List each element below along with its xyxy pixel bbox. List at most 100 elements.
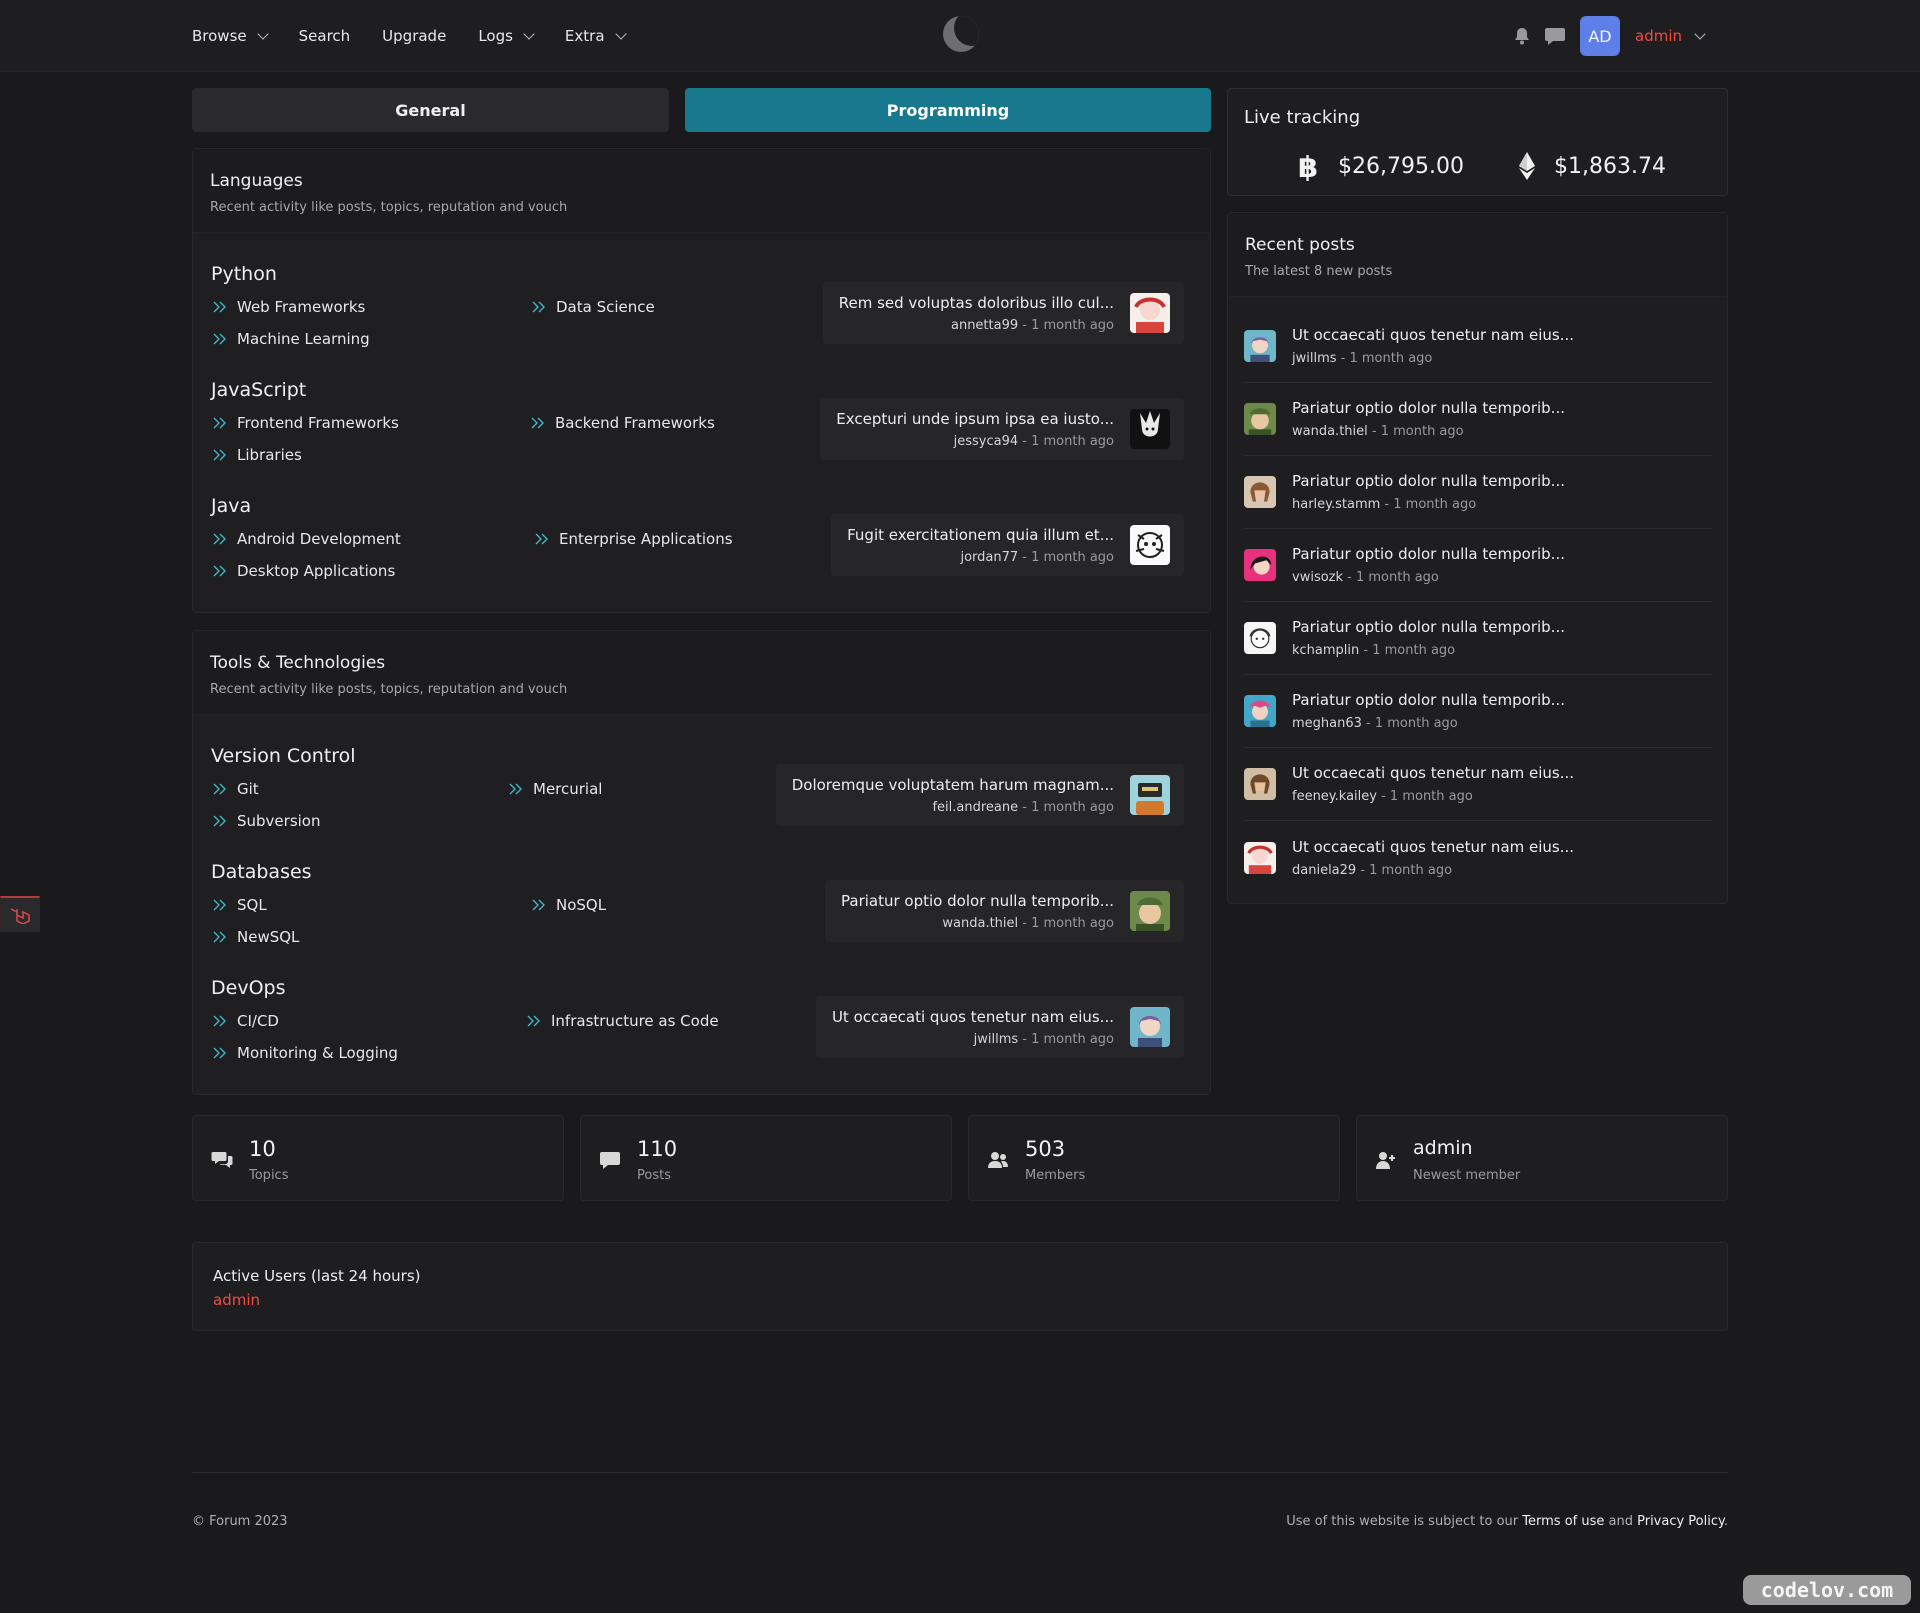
- nav-search[interactable]: Search: [299, 27, 351, 45]
- subforum-link[interactable]: Git: [213, 780, 259, 798]
- recent-post-author[interactable]: meghan63: [1292, 716, 1362, 731]
- recent-post-title[interactable]: Ut occaecati quos tenetur nam eius...: [1292, 838, 1574, 856]
- avatar[interactable]: [1244, 403, 1276, 435]
- latest-post-title[interactable]: Ut occaecati quos tenetur nam eius...: [832, 1008, 1114, 1026]
- latest-post[interactable]: Rem sed voluptas doloribus illo cul... an…: [822, 282, 1184, 344]
- latest-post-title[interactable]: Excepturi unde ipsum ipsa ea iusto...: [836, 410, 1114, 428]
- recent-post-title[interactable]: Pariatur optio dolor nulla temporib...: [1292, 545, 1565, 563]
- subforum-link[interactable]: CI/CD: [213, 1012, 279, 1030]
- latest-post-title[interactable]: Pariatur optio dolor nulla temporib...: [841, 892, 1114, 910]
- avatar[interactable]: [1244, 841, 1276, 874]
- list-item[interactable]: Ut occaecati quos tenetur nam eius... fee…: [1244, 748, 1712, 821]
- subforum-link[interactable]: Desktop Applications: [213, 562, 395, 580]
- recent-post-author[interactable]: feeney.kailey: [1292, 789, 1377, 804]
- tab-programming[interactable]: Programming: [685, 88, 1211, 132]
- subforum-link[interactable]: SQL: [213, 896, 267, 914]
- list-item[interactable]: Ut occaecati quos tenetur nam eius... dan…: [1244, 821, 1712, 894]
- subforum-link[interactable]: Machine Learning: [213, 330, 370, 348]
- subforum-link[interactable]: Android Development: [213, 530, 401, 548]
- recent-post-title[interactable]: Pariatur optio dolor nulla temporib...: [1292, 472, 1565, 490]
- moon-icon[interactable]: [943, 16, 979, 52]
- category-body: Python Web Frameworks Data Science Machi…: [193, 233, 1210, 612]
- avatar[interactable]: [1130, 293, 1170, 333]
- list-item[interactable]: Ut occaecati quos tenetur nam eius... jwi…: [1244, 310, 1712, 383]
- recent-post-author[interactable]: jwillms: [1292, 351, 1337, 366]
- list-item[interactable]: Pariatur optio dolor nulla temporib... kc…: [1244, 602, 1712, 675]
- latest-post[interactable]: Doloremque voluptatem harum magnam... fei…: [775, 764, 1184, 826]
- terms-link[interactable]: Terms of use: [1522, 1514, 1604, 1529]
- subforum-label: CI/CD: [237, 1012, 279, 1030]
- recent-post-author[interactable]: wanda.thiel: [1292, 424, 1368, 439]
- latest-post-author[interactable]: feil.andreane: [932, 800, 1018, 815]
- subforum-link[interactable]: NewSQL: [213, 928, 299, 946]
- nav-browse[interactable]: Browse: [192, 27, 269, 45]
- list-item[interactable]: Pariatur optio dolor nulla temporib... me…: [1244, 675, 1712, 748]
- subforum-link[interactable]: Frontend Frameworks: [213, 414, 399, 432]
- latest-post-author[interactable]: jessyca94: [954, 434, 1019, 449]
- subforum-link[interactable]: Web Frameworks: [213, 298, 365, 316]
- recent-post-title[interactable]: Pariatur optio dolor nulla temporib...: [1292, 618, 1565, 636]
- latest-post-author[interactable]: jordan77: [960, 550, 1018, 565]
- nav-logs[interactable]: Logs: [478, 27, 535, 45]
- privacy-link[interactable]: Privacy Policy: [1637, 1514, 1724, 1529]
- recent-posts-card: Recent posts The latest 8 new posts Ut o…: [1227, 212, 1728, 904]
- debug-toolbar-tab[interactable]: [0, 896, 40, 932]
- latest-post-title[interactable]: Doloremque voluptatem harum magnam...: [792, 776, 1114, 794]
- avatar[interactable]: [1130, 775, 1170, 815]
- subforum-link[interactable]: Data Science: [532, 298, 655, 316]
- avatar[interactable]: [1244, 549, 1276, 581]
- nav-extra[interactable]: Extra: [565, 27, 627, 45]
- avatar[interactable]: AD: [1580, 16, 1620, 56]
- latest-post[interactable]: Ut occaecati quos tenetur nam eius... jwi…: [815, 996, 1184, 1058]
- subforum-link[interactable]: Enterprise Applications: [535, 530, 733, 548]
- subforum-link[interactable]: Backend Frameworks: [531, 414, 715, 432]
- latest-post[interactable]: Excepturi unde ipsum ipsa ea iusto... jes…: [820, 398, 1184, 460]
- chevron-down-icon[interactable]: [1694, 27, 1706, 40]
- avatar[interactable]: [1244, 695, 1276, 727]
- latest-post-author[interactable]: wanda.thiel: [942, 916, 1018, 931]
- latest-post-author[interactable]: annetta99: [951, 318, 1018, 333]
- user-menu-name[interactable]: admin: [1635, 27, 1682, 45]
- recent-post-title[interactable]: Pariatur optio dolor nulla temporib...: [1292, 399, 1565, 417]
- subforum-label: NewSQL: [237, 928, 300, 946]
- subforum-link[interactable]: Monitoring & Logging: [213, 1044, 398, 1062]
- subforum-link[interactable]: NoSQL: [532, 896, 606, 914]
- list-item[interactable]: Pariatur optio dolor nulla temporib... ha…: [1244, 456, 1712, 529]
- avatar[interactable]: [1244, 476, 1276, 508]
- recent-post-author[interactable]: kchamplin: [1292, 643, 1359, 658]
- latest-post-title[interactable]: Fugit exercitationem quia illum et...: [847, 526, 1114, 544]
- subforum-link[interactable]: Infrastructure as Code: [527, 1012, 719, 1030]
- recent-post-author[interactable]: vwisozk: [1292, 570, 1343, 585]
- avatar[interactable]: [1244, 330, 1276, 362]
- list-item[interactable]: Pariatur optio dolor nulla temporib... wa…: [1244, 383, 1712, 456]
- recent-post-author[interactable]: harley.stamm: [1292, 497, 1380, 512]
- latest-post-author[interactable]: jwillms: [974, 1032, 1019, 1047]
- latest-post-title[interactable]: Rem sed voluptas doloribus illo cul...: [839, 294, 1114, 312]
- list-item[interactable]: Pariatur optio dolor nulla temporib... vw…: [1244, 529, 1712, 602]
- subforum-link[interactable]: Mercurial: [509, 780, 602, 798]
- avatar[interactable]: [1244, 622, 1276, 654]
- recent-post-title[interactable]: Pariatur optio dolor nulla temporib...: [1292, 691, 1565, 709]
- avatar[interactable]: [1130, 409, 1170, 449]
- avatar[interactable]: [1130, 1007, 1170, 1047]
- avatar[interactable]: [1130, 525, 1170, 565]
- recent-post-title[interactable]: Ut occaecati quos tenetur nam eius...: [1292, 326, 1574, 344]
- nav-upgrade[interactable]: Upgrade: [382, 27, 446, 45]
- active-user-link[interactable]: admin: [213, 1291, 260, 1309]
- subforum-label: NoSQL: [556, 896, 607, 914]
- tab-general[interactable]: General: [192, 88, 669, 132]
- stat-value[interactable]: admin: [1413, 1137, 1473, 1159]
- latest-post[interactable]: Fugit exercitationem quia illum et... jor…: [831, 514, 1184, 576]
- chat-icon[interactable]: [1544, 26, 1566, 46]
- avatar[interactable]: [1130, 891, 1170, 931]
- recent-post-author[interactable]: daniela29: [1292, 863, 1356, 878]
- bell-icon[interactable]: [1512, 26, 1532, 46]
- nav-search-label: Search: [298, 27, 351, 45]
- subforum-link[interactable]: Subversion: [213, 812, 321, 830]
- nav-browse-label: Browse: [192, 27, 247, 45]
- latest-post[interactable]: Pariatur optio dolor nulla temporib... wa…: [825, 880, 1184, 942]
- subforum-link[interactable]: Libraries: [213, 446, 302, 464]
- recent-post-title[interactable]: Ut occaecati quos tenetur nam eius...: [1292, 764, 1574, 782]
- avatar[interactable]: [1244, 768, 1276, 800]
- double-chevron-right-icon: [213, 931, 226, 943]
